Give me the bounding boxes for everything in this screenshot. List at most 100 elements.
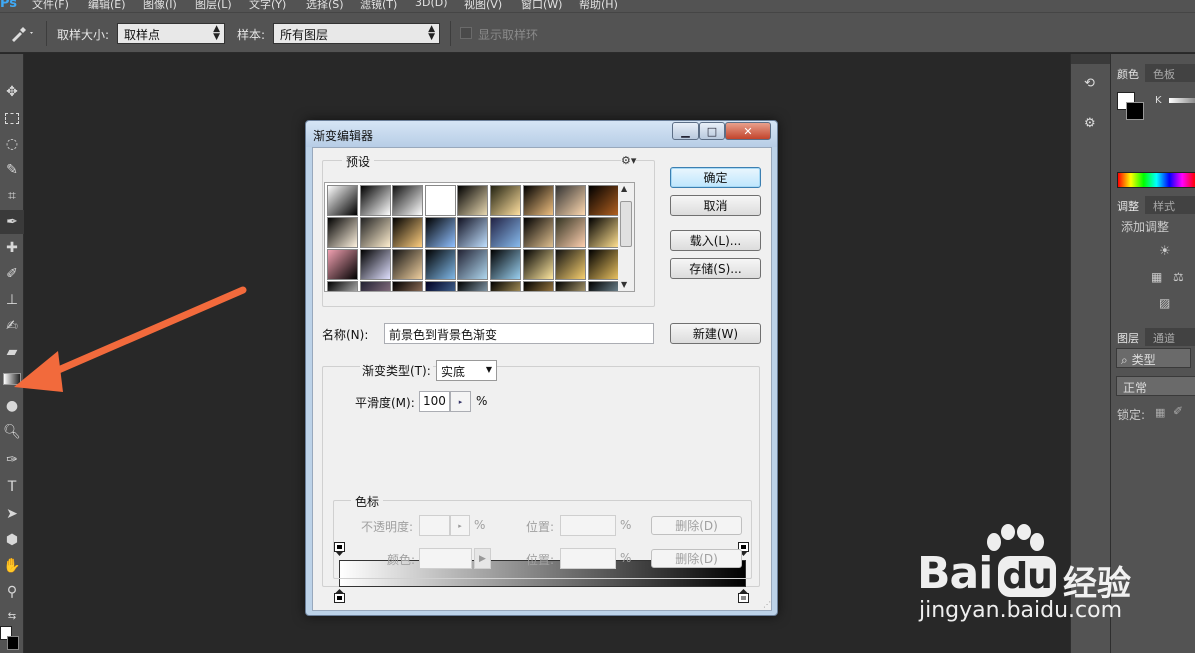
scroll-up-icon[interactable]: ▲ (621, 184, 627, 193)
close-icon[interactable]: ✕ (725, 122, 771, 140)
delete-color-stop-button[interactable]: 删除(D) (651, 549, 742, 568)
opacity-popup-icon[interactable]: ▸ (450, 515, 470, 536)
tab-layers[interactable]: 图层 (1111, 328, 1145, 346)
gradient-presets-grid[interactable] (324, 182, 619, 292)
lock-transparent-icon[interactable]: ▦ (1155, 406, 1165, 419)
gradient-preset-swatch[interactable] (359, 185, 391, 216)
menu-help[interactable]: 帮助(H) (579, 0, 618, 12)
gradient-preset-swatch[interactable] (392, 281, 424, 291)
gradient-preset-swatch[interactable] (424, 281, 456, 291)
shape-tool-icon[interactable]: ⬢ (0, 528, 24, 552)
gradient-preset-swatch[interactable] (522, 281, 554, 291)
gradient-preset-swatch[interactable] (457, 217, 489, 248)
gradient-preset-swatch[interactable] (587, 217, 618, 248)
type-tool-icon[interactable]: T (0, 475, 24, 499)
balance-icon[interactable]: ⚖ (1173, 270, 1184, 284)
gradient-preset-swatch[interactable] (587, 185, 618, 216)
tab-channels[interactable]: 通道 (1147, 328, 1181, 346)
gradient-preset-swatch[interactable] (327, 185, 358, 216)
blend-mode-select[interactable]: 正常 (1116, 376, 1195, 396)
minimize-icon[interactable]: ▁ (672, 122, 699, 140)
gradient-preset-swatch[interactable] (457, 281, 489, 291)
gradient-preset-swatch[interactable] (327, 249, 358, 280)
gradient-name-input[interactable]: 前景色到背景色渐变 (384, 323, 654, 344)
pen-tool-icon[interactable]: ✑ (0, 448, 24, 472)
scroll-down-icon[interactable]: ▼ (621, 280, 627, 289)
cancel-button[interactable]: 取消 (670, 195, 761, 216)
background-color-swatch[interactable] (7, 636, 19, 650)
gradient-preset-swatch[interactable] (327, 217, 358, 248)
gradient-preset-swatch[interactable] (359, 249, 391, 280)
gradient-preset-swatch[interactable] (522, 185, 554, 216)
gradient-preset-swatch[interactable] (490, 281, 521, 291)
brightness-icon[interactable]: ☀ (1159, 244, 1171, 259)
color-spectrum-bar[interactable] (1117, 172, 1195, 188)
menu-select[interactable]: 选择(S) (306, 0, 344, 12)
k-slider[interactable] (1169, 98, 1195, 103)
gradient-type-select[interactable]: 实底 ▼ (436, 360, 497, 381)
presets-gear-icon[interactable]: ⚙▾ (621, 154, 637, 167)
gradient-preset-swatch[interactable] (392, 249, 424, 280)
scroll-thumb[interactable] (620, 201, 632, 247)
gradient-preset-swatch[interactable] (587, 281, 618, 291)
gradient-preset-swatch[interactable] (555, 185, 587, 216)
color-stop-right[interactable] (738, 589, 749, 603)
show-sampling-ring-checkbox[interactable] (460, 27, 472, 39)
dialog-titlebar[interactable]: 渐变编辑器 ▁ □ ✕ (306, 121, 777, 147)
gradient-preset-swatch[interactable] (522, 217, 554, 248)
gradient-preset-swatch[interactable] (424, 217, 456, 248)
gradient-preset-swatch[interactable] (392, 217, 424, 248)
levels-icon[interactable]: ▦ (1151, 270, 1162, 284)
path-selection-tool-icon[interactable]: ➤ (0, 502, 24, 526)
history-panel-icon[interactable]: ⟲ (1084, 76, 1095, 91)
background-color-swatch[interactable] (1126, 102, 1144, 120)
lock-paint-icon[interactable]: ✐ (1173, 404, 1183, 418)
gradient-preset-swatch[interactable] (522, 249, 554, 280)
tab-color[interactable]: 颜色 (1111, 64, 1145, 82)
menu-view[interactable]: 视图(V) (464, 0, 502, 12)
color-location-input[interactable] (560, 548, 616, 569)
gradient-preset-swatch[interactable] (359, 217, 391, 248)
gradient-map-icon[interactable]: ▨ (1159, 296, 1170, 310)
gradient-preset-swatch[interactable] (555, 281, 587, 291)
tab-swatches[interactable]: 色板 (1147, 64, 1181, 82)
sample-select[interactable]: 所有图层 ▲ ▼ (273, 23, 440, 44)
presets-scrollbar[interactable]: ▲ ▼ (618, 182, 635, 292)
zoom-tool-icon[interactable]: ⚲ (0, 580, 24, 604)
properties-panel-icon[interactable]: ⚙ (1084, 116, 1096, 131)
gradient-preset-swatch[interactable] (457, 185, 489, 216)
swap-colors-icon[interactable]: ⇆ (0, 604, 24, 628)
gradient-preset-swatch[interactable] (490, 249, 521, 280)
gradient-preset-swatch[interactable] (457, 249, 489, 280)
opacity-input[interactable] (419, 515, 450, 536)
delete-opacity-stop-button[interactable]: 删除(D) (651, 516, 742, 535)
gradient-preset-swatch[interactable] (555, 217, 587, 248)
maximize-icon[interactable]: □ (699, 122, 725, 140)
hand-tool-icon[interactable]: ✋ (0, 554, 24, 578)
smoothness-input[interactable]: 100 (419, 391, 450, 412)
menu-window[interactable]: 窗口(W) (521, 0, 562, 12)
color-stop-left[interactable] (334, 589, 345, 603)
layer-kind-filter[interactable]: ⌕ 类型 (1116, 348, 1191, 368)
load-button[interactable]: 载入(L)... (670, 230, 761, 251)
gradient-preset-swatch[interactable] (359, 281, 391, 291)
ok-button[interactable]: 确定 (670, 167, 761, 188)
gradient-preset-swatch[interactable] (424, 185, 456, 216)
gradient-preset-swatch[interactable] (327, 281, 358, 291)
gradient-preset-swatch[interactable] (490, 217, 521, 248)
menu-3d[interactable]: 3D(D) (415, 0, 448, 9)
color-popup-icon[interactable]: ▶ (474, 548, 491, 569)
menu-filter[interactable]: 滤镜(T) (360, 0, 397, 12)
resize-grip-icon[interactable]: ⋰ (763, 600, 771, 609)
dodge-tool-icon[interactable]: 🔍︎ (0, 420, 24, 444)
smoothness-popup-icon[interactable]: ▸ (450, 391, 471, 412)
gradient-preset-swatch[interactable] (392, 185, 424, 216)
gradient-preset-swatch[interactable] (555, 249, 587, 280)
save-button[interactable]: 存储(S)... (670, 258, 761, 279)
tab-adjustments[interactable]: 调整 (1111, 196, 1145, 214)
gradient-preset-swatch[interactable] (587, 249, 618, 280)
color-swatch-field[interactable] (419, 548, 472, 569)
tab-styles[interactable]: 样式 (1147, 196, 1181, 214)
new-gradient-button[interactable]: 新建(W) (670, 323, 761, 344)
opacity-location-input[interactable] (560, 515, 616, 536)
